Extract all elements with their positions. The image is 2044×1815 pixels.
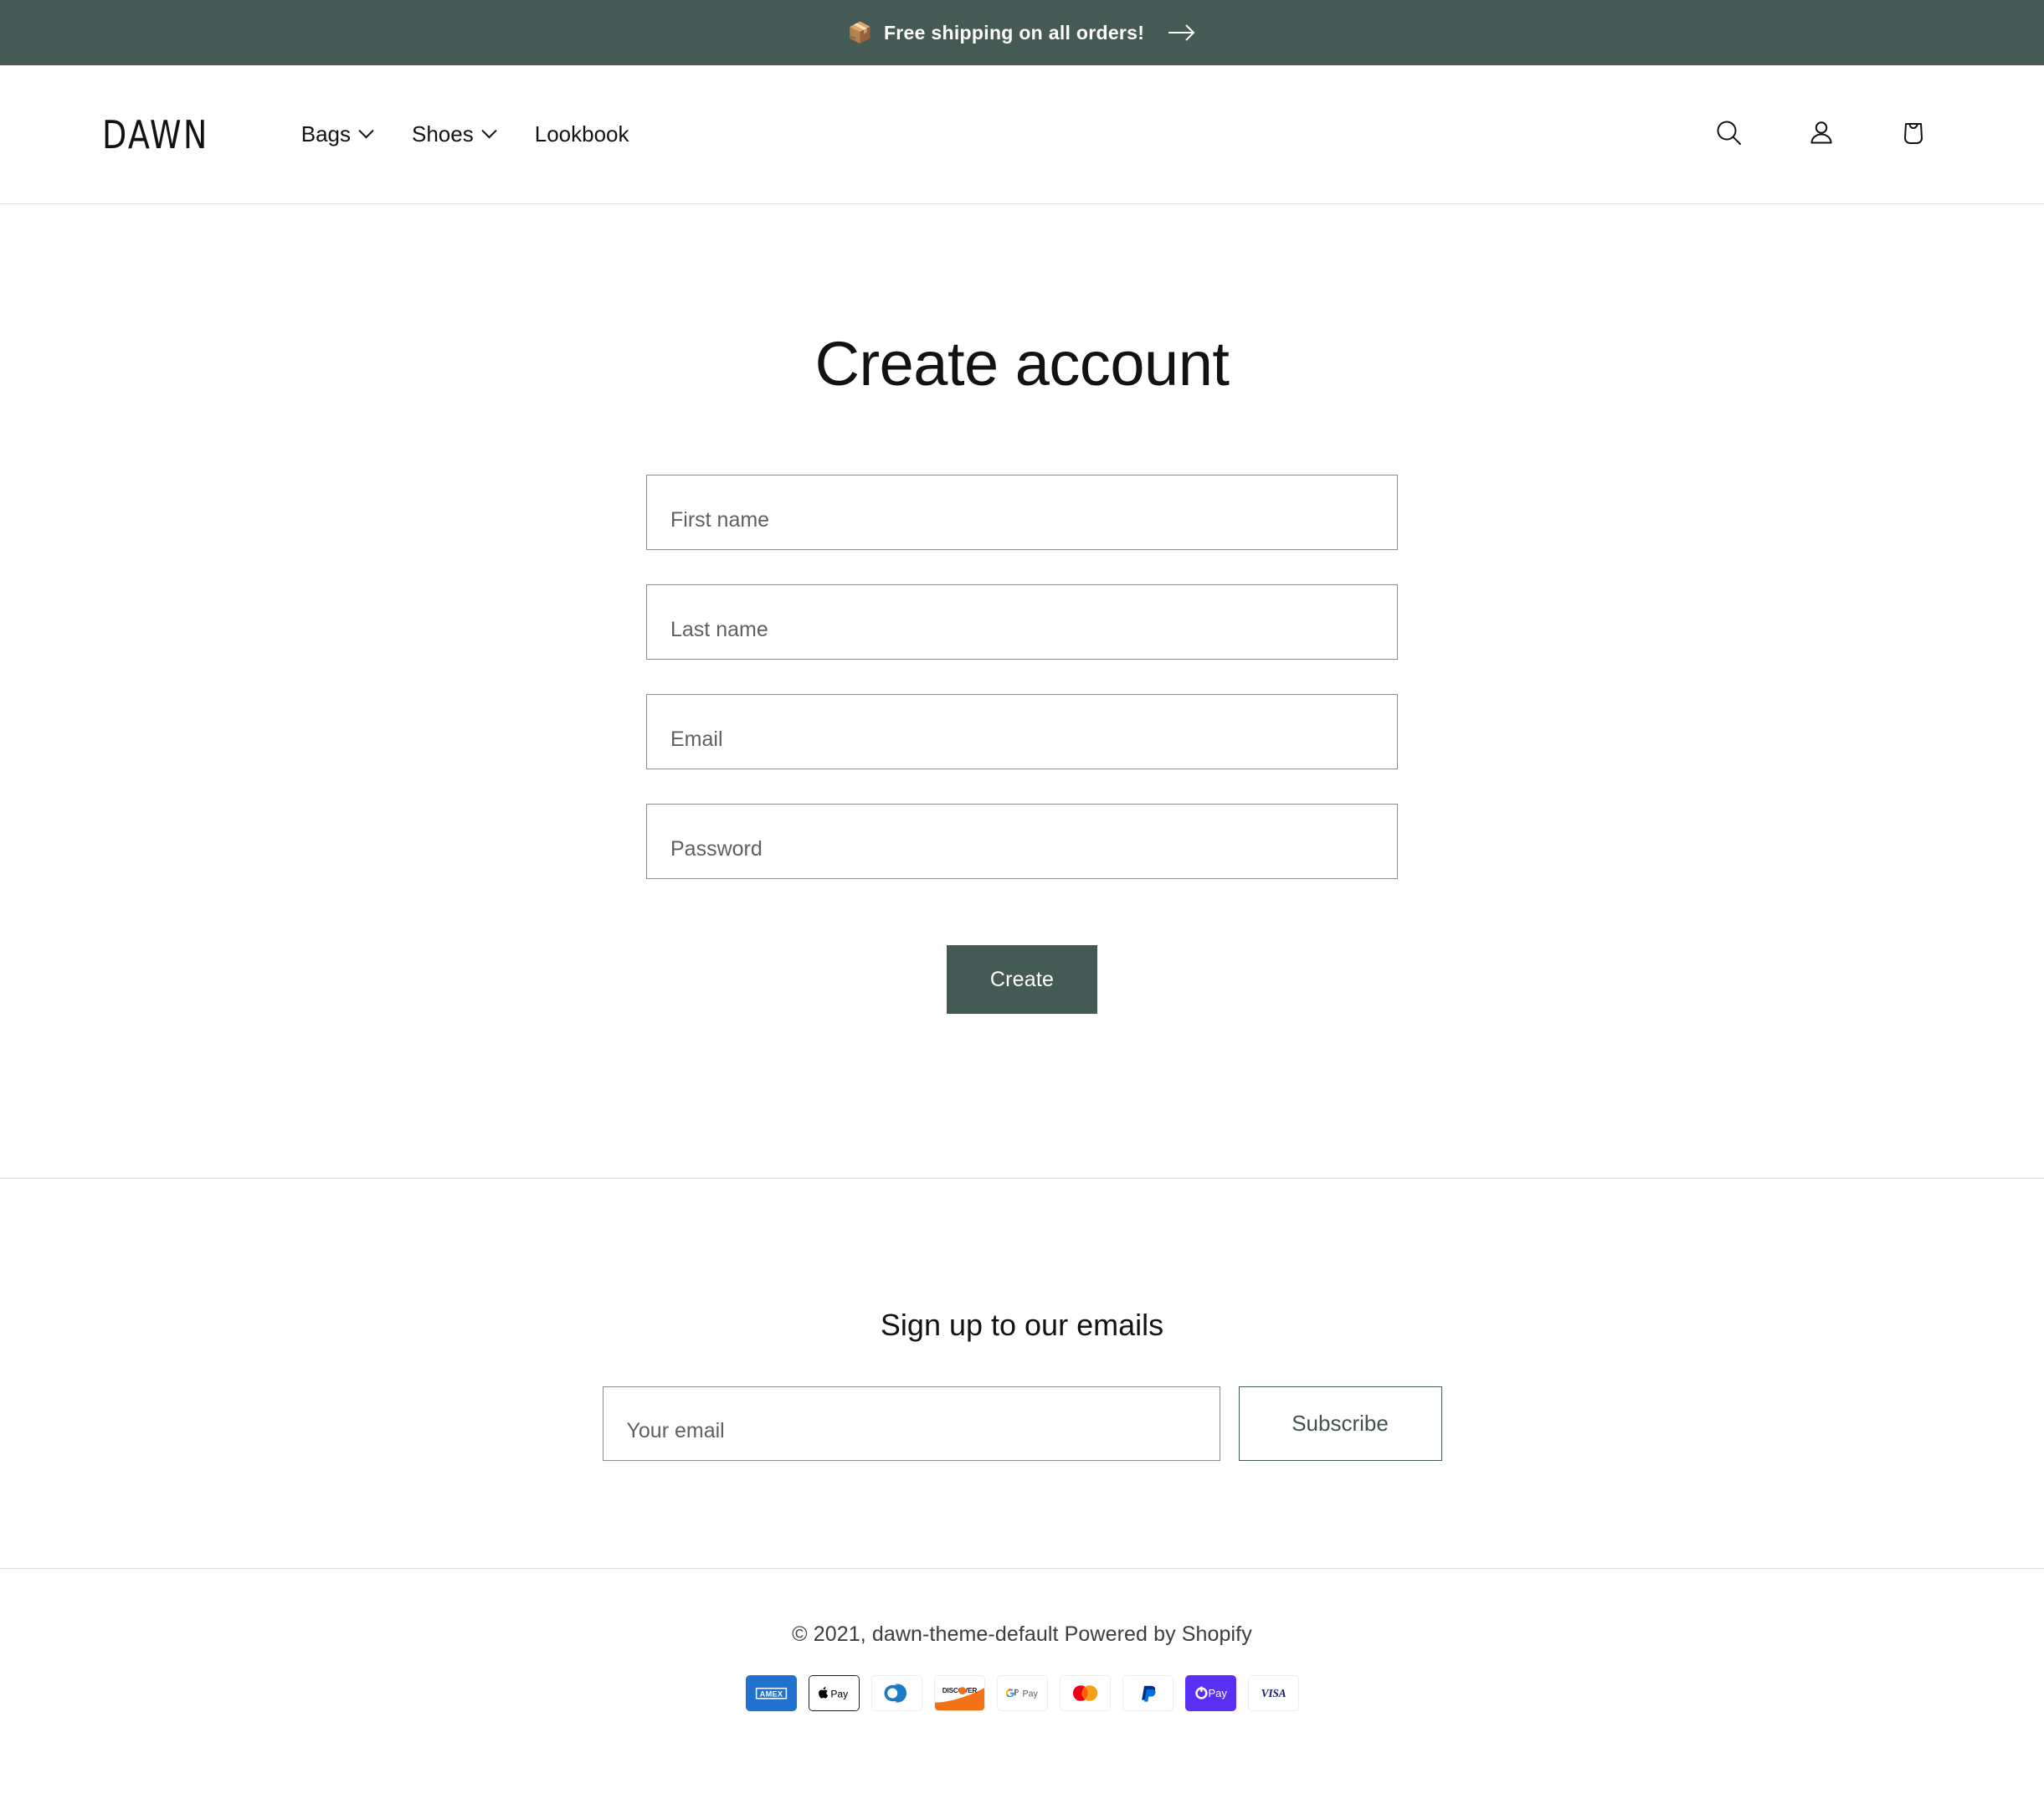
svg-text:Pay: Pay xyxy=(1208,1687,1227,1699)
nav-label: Shoes xyxy=(412,121,474,147)
create-account-section: Create account Create xyxy=(0,204,2044,1178)
payment-methods-list: AMEX Pay Pay Pay VISA xyxy=(745,1675,1299,1711)
search-button[interactable] xyxy=(1701,106,1758,163)
google-pay-icon: Pay xyxy=(996,1675,1048,1711)
svg-text:VISA: VISA xyxy=(1261,1687,1286,1699)
main-navigation: Bags Shoes Lookbook xyxy=(281,111,650,157)
american-express-icon: AMEX xyxy=(745,1675,797,1711)
nav-item-shoes[interactable]: Shoes xyxy=(392,111,515,157)
apple-pay-icon: Pay xyxy=(808,1675,860,1711)
nav-item-lookbook[interactable]: Lookbook xyxy=(515,111,650,157)
search-icon xyxy=(1713,116,1746,152)
diners-club-icon xyxy=(870,1675,922,1711)
site-footer: © 2021, dawn-theme-default Powered by Sh… xyxy=(0,1568,2044,1763)
nav-label: Bags xyxy=(300,121,351,147)
newsletter-email-input[interactable] xyxy=(602,1386,1220,1461)
svg-text:Pay: Pay xyxy=(830,1688,849,1699)
arrow-right-icon xyxy=(1168,23,1196,42)
site-logo[interactable]: DAWN xyxy=(102,112,209,157)
nav-item-bags[interactable]: Bags xyxy=(281,111,392,157)
newsletter-section: Sign up to our emails Subscribe xyxy=(0,1178,2044,1568)
page-title: Create account xyxy=(814,329,1230,398)
last-name-field xyxy=(646,584,1398,660)
package-icon: 📦 xyxy=(847,21,873,44)
cart-button[interactable] xyxy=(1885,106,1942,163)
chevron-down-icon xyxy=(358,123,374,139)
account-icon xyxy=(1805,116,1838,152)
announcement-bar[interactable]: 📦 Free shipping on all orders! xyxy=(0,0,2044,65)
header-icon-group xyxy=(1701,106,1942,163)
copyright-text: © 2021, dawn-theme-default Powered by Sh… xyxy=(792,1622,1252,1646)
svg-text:Pay: Pay xyxy=(1022,1689,1038,1699)
svg-text:AMEX: AMEX xyxy=(759,1689,783,1698)
nav-label: Lookbook xyxy=(534,121,629,147)
mastercard-icon xyxy=(1059,1675,1111,1711)
chevron-down-icon xyxy=(481,123,497,139)
email-field xyxy=(646,694,1398,769)
first-name-input[interactable] xyxy=(646,475,1398,550)
last-name-input[interactable] xyxy=(646,584,1398,660)
email-input[interactable] xyxy=(646,694,1398,769)
password-field xyxy=(646,804,1398,879)
subscribe-button[interactable]: Subscribe xyxy=(1238,1386,1442,1461)
announcement-message: Free shipping on all orders! xyxy=(883,21,1145,44)
first-name-field xyxy=(646,475,1398,550)
discover-icon: DISCOVER xyxy=(933,1675,985,1711)
visa-icon: VISA xyxy=(1247,1675,1299,1711)
cart-icon xyxy=(1897,116,1930,152)
create-account-button[interactable]: Create xyxy=(947,945,1097,1014)
shop-pay-icon: Pay xyxy=(1184,1675,1236,1711)
announcement-text: 📦 Free shipping on all orders! xyxy=(848,21,1144,45)
password-input[interactable] xyxy=(646,804,1398,879)
site-header: DAWN Bags Shoes Lookbook xyxy=(0,65,2044,204)
account-button[interactable] xyxy=(1793,106,1850,163)
paypal-icon xyxy=(1122,1675,1174,1711)
create-account-form: Create xyxy=(646,475,1398,1014)
newsletter-form: Subscribe xyxy=(602,1386,1442,1461)
newsletter-heading: Sign up to our emails xyxy=(880,1308,1164,1342)
